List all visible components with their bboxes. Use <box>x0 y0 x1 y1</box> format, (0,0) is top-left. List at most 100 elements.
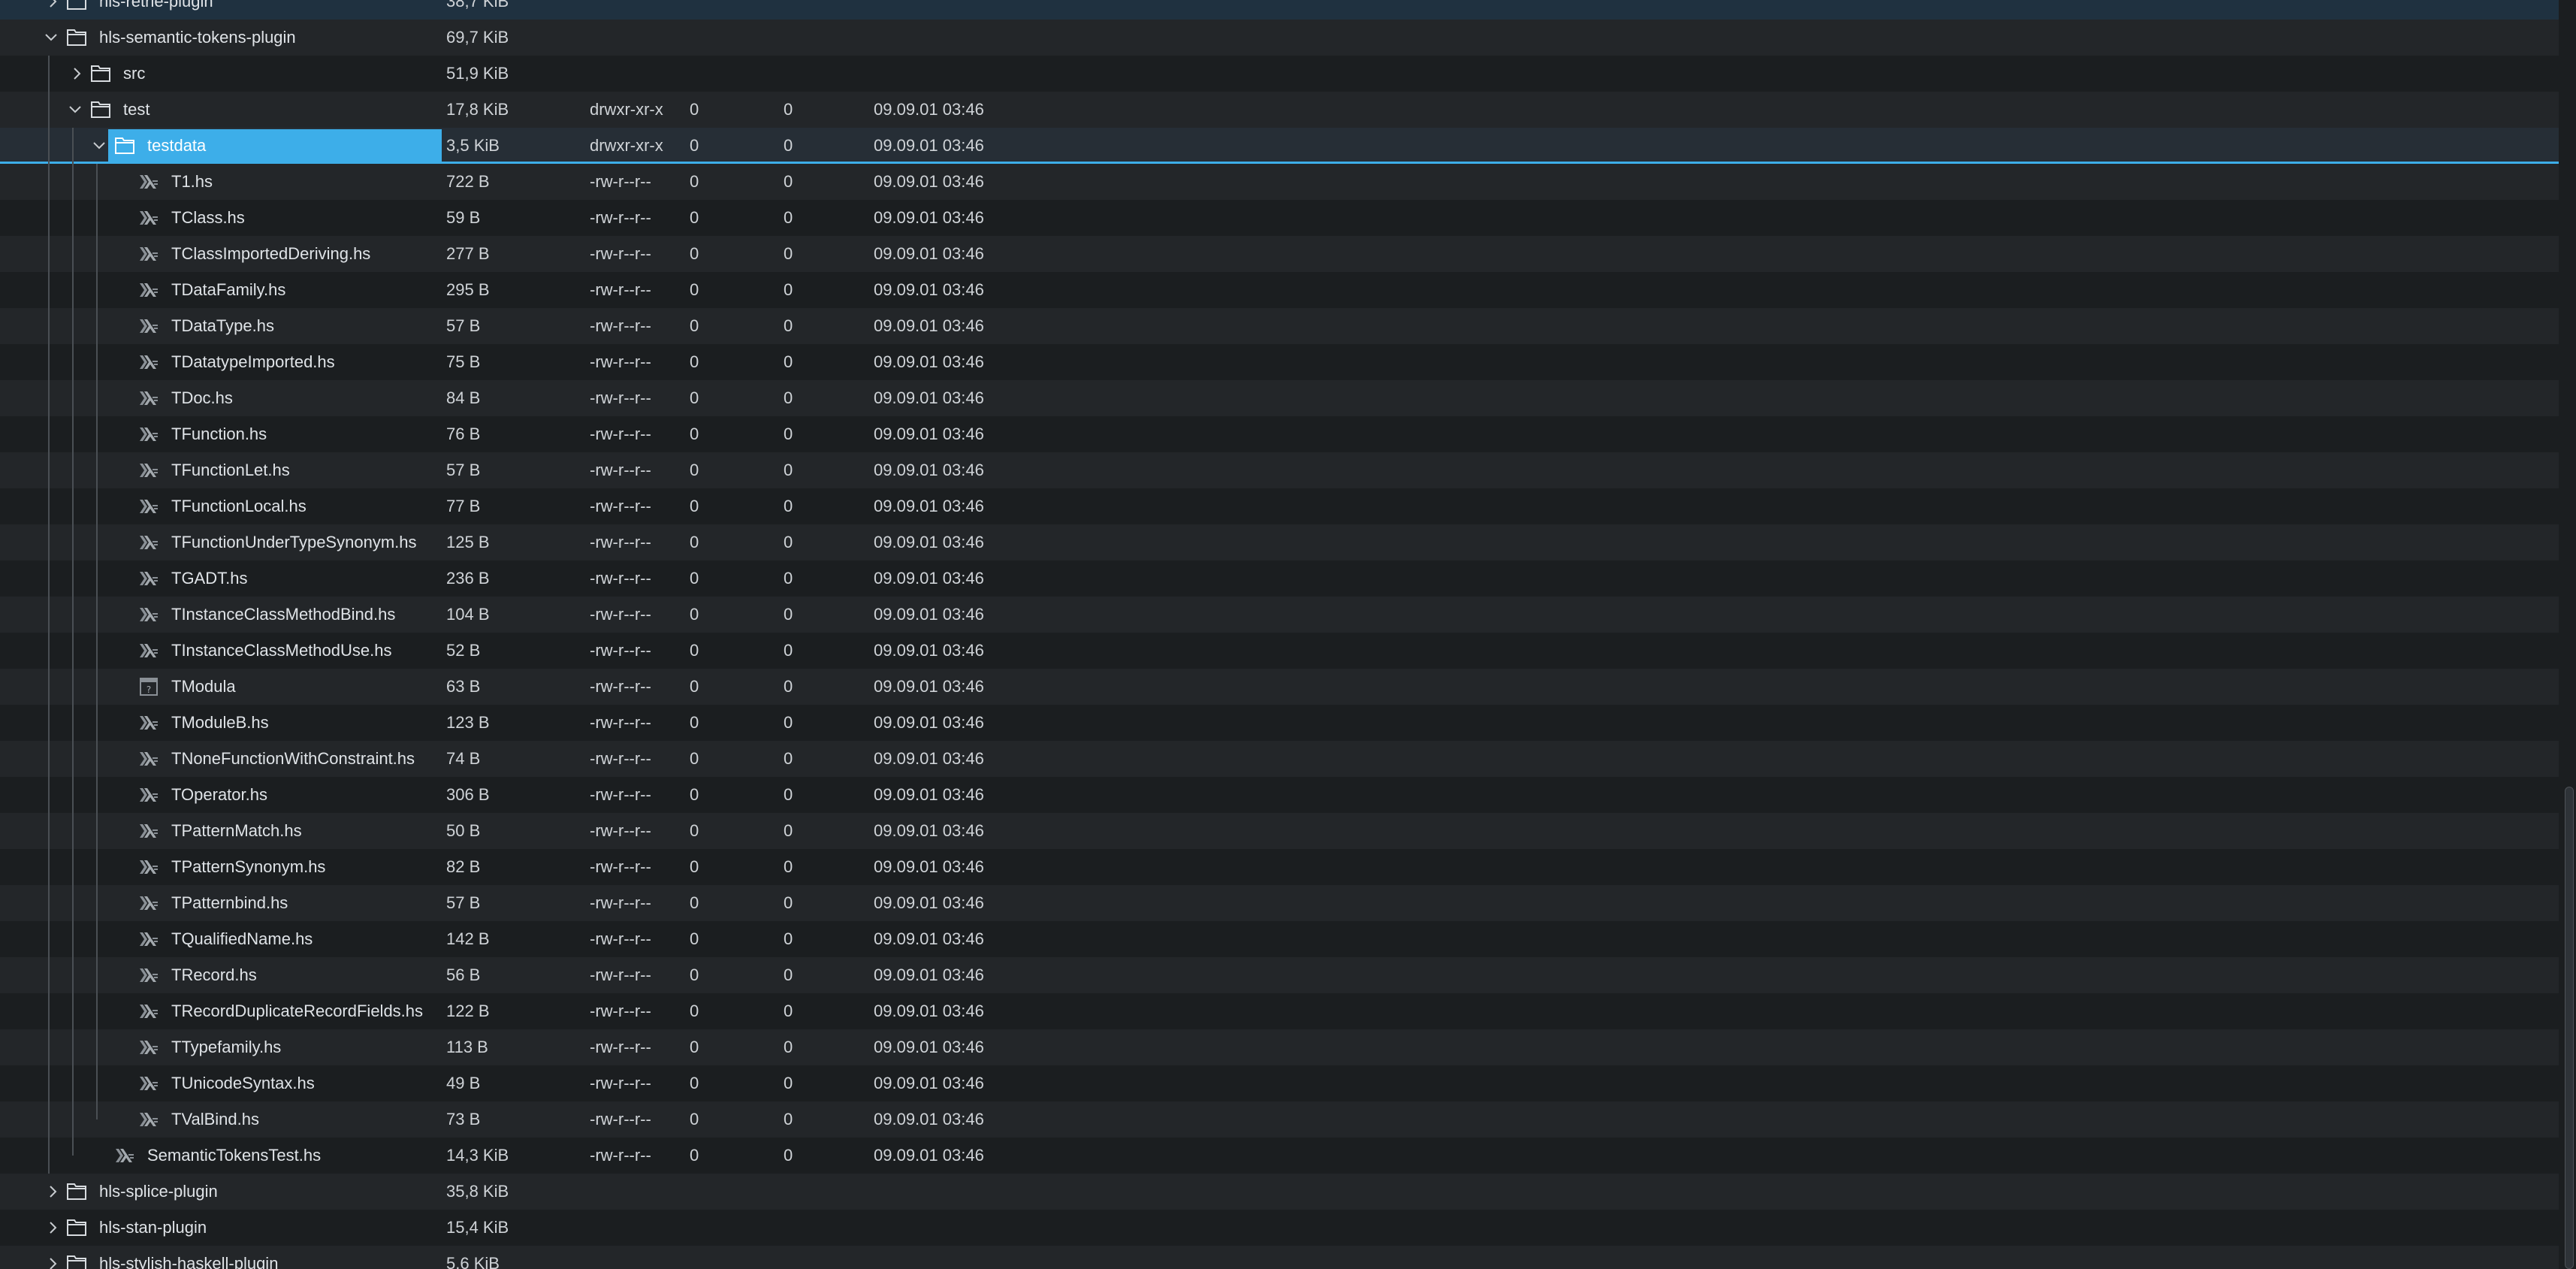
file-name: TDataType.hs <box>171 316 274 335</box>
file-modified-date: 09.09.01 03:46 <box>874 280 984 299</box>
tree-row-tqualifiedname-hs[interactable]: TQualifiedName.hs 142 B -rw-r--r-- 0 0 09.09.… <box>0 921 2559 957</box>
tree-row-trecord-hs[interactable]: TRecord.hs 56 B -rw-r--r-- 0 0 09.09.01 03:46 <box>0 957 2559 993</box>
file-name: TModula <box>171 677 236 696</box>
tree-guide-line <box>48 344 50 380</box>
file-owner: 0 <box>690 641 699 660</box>
file-group: 0 <box>784 172 793 191</box>
file-size: 38,7 KiB <box>446 0 509 11</box>
tree-row-tvalbind-hs[interactable]: TValBind.hs 73 B -rw-r--r-- 0 0 09.09.01 03:4… <box>0 1101 2559 1138</box>
file-tree-view[interactable]: hls-retrie-plugin 38,7 KiB hls-semantic-to… <box>0 0 2576 1269</box>
file-group: 0 <box>784 785 793 804</box>
tree-row-ttypefamily-hs[interactable]: TTypefamily.hs 113 B -rw-r--r-- 0 0 09.09.01 … <box>0 1029 2559 1065</box>
tree-guide-line <box>72 849 74 885</box>
file-size: 73 B <box>446 1110 481 1129</box>
tree-row-testdata[interactable]: testdata 3,5 KiB drwxr-xr-x 0 0 09.09.01 03:4… <box>0 128 2559 164</box>
tree-row-tpatternmatch-hs[interactable]: TPatternMatch.hs 50 B -rw-r--r-- 0 0 09.09.01… <box>0 813 2559 849</box>
tree-row-tdatatype-hs[interactable]: TDataType.hs 57 B -rw-r--r-- 0 0 09.09.01 03:… <box>0 308 2559 344</box>
tree-guide-line <box>48 1029 50 1065</box>
haskell-file-icon <box>134 452 164 488</box>
file-group: 0 <box>784 388 793 407</box>
haskell-file-icon <box>134 1101 164 1138</box>
tree-row-trecordduplicaterecordfields-hs[interactable]: TRecordDuplicateRecordFields.hs 122 B -rw-… <box>0 993 2559 1029</box>
haskell-file-icon <box>134 741 164 777</box>
tree-row-tdoc-hs[interactable]: TDoc.hs 84 B -rw-r--r-- 0 0 09.09.01 03:46 <box>0 380 2559 416</box>
tree-row-tfunctionlocal-hs[interactable]: TFunctionLocal.hs 77 B -rw-r--r-- 0 0 09.09.0… <box>0 488 2559 524</box>
tree-row-tpatternbind-hs[interactable]: TPatternbind.hs 57 B -rw-r--r-- 0 0 09.09.01 … <box>0 885 2559 921</box>
file-size: 113 B <box>446 1038 488 1056</box>
tree-row-tunicodesyntax-hs[interactable]: TUnicodeSyntax.hs 49 B -rw-r--r-- 0 0 09.09.0… <box>0 1065 2559 1101</box>
tree-guide-line <box>96 921 98 957</box>
folder-icon <box>62 0 92 20</box>
file-size: 306 B <box>446 785 490 804</box>
tree-row-hls-splice-plugin[interactable]: hls-splice-plugin 35,8 KiB <box>0 1174 2559 1210</box>
file-owner: 0 <box>690 821 699 840</box>
file-name: hls-splice-plugin <box>99 1182 218 1201</box>
file-permissions: -rw-r--r-- <box>590 605 651 624</box>
tree-row-hls-stylish-haskell-plugin[interactable]: hls-stylish-haskell-plugin 5,6 KiB <box>0 1246 2559 1269</box>
haskell-file-icon <box>134 777 164 813</box>
tree-guide-line <box>96 957 98 993</box>
folder-icon <box>62 20 92 56</box>
file-modified-date: 09.09.01 03:46 <box>874 388 984 407</box>
tree-guide-line <box>48 380 50 416</box>
tree-guide-line <box>72 128 74 164</box>
tree-guide-line <box>72 633 74 669</box>
file-name: TFunctionLocal.hs <box>171 497 307 515</box>
file-owner: 0 <box>690 1074 699 1092</box>
file-modified-date: 09.09.01 03:46 <box>874 713 984 732</box>
file-name: TRecordDuplicateRecordFields.hs <box>171 1002 424 1020</box>
tree-row-hls-stan-plugin[interactable]: hls-stan-plugin 15,4 KiB <box>0 1210 2559 1246</box>
tree-row-src[interactable]: src 51,9 KiB <box>0 56 2559 92</box>
haskell-file-icon <box>134 236 164 272</box>
file-owner: 0 <box>690 713 699 732</box>
tree-row-semantictokenstest-hs[interactable]: SemanticTokensTest.hs 14,3 KiB -rw-r--r-- 0… <box>0 1138 2559 1174</box>
tree-row-tgadt-hs[interactable]: TGADT.hs 236 B -rw-r--r-- 0 0 09.09.01 03:46 <box>0 560 2559 597</box>
tree-guide-line <box>48 560 50 597</box>
tree-row-tinstanceclassmethodbind-hs[interactable]: TInstanceClassMethodBind.hs 104 B -rw-r--r… <box>0 597 2559 633</box>
haskell-file-icon <box>134 164 164 200</box>
tree-row-tnonefunctionwithconstraint-hs[interactable]: TNoneFunctionWithConstraint.hs 74 B -rw-r-… <box>0 741 2559 777</box>
tree-row-test[interactable]: test 17,8 KiB drwxr-xr-x 0 0 09.09.01 03:46 <box>0 92 2559 128</box>
tree-guide-line <box>72 885 74 921</box>
file-group: 0 <box>784 857 793 876</box>
tree-row-tdatatypeimported-hs[interactable]: TDatatypeImported.hs 75 B -rw-r--r-- 0 0 09.0… <box>0 344 2559 380</box>
file-group: 0 <box>784 425 793 443</box>
file-permissions: -rw-r--r-- <box>590 965 651 984</box>
tree-guide-line <box>72 993 74 1029</box>
file-modified-date: 09.09.01 03:46 <box>874 893 984 912</box>
tree-guide-line <box>96 1101 98 1119</box>
tree-row-toperator-hs[interactable]: TOperator.hs 306 B -rw-r--r-- 0 0 09.09.01 03… <box>0 777 2559 813</box>
file-permissions: -rw-r--r-- <box>590 388 651 407</box>
tree-row-hls-retrie-plugin[interactable]: hls-retrie-plugin 38,7 KiB <box>0 0 2559 20</box>
tree-row-tfunction-hs[interactable]: TFunction.hs 76 B -rw-r--r-- 0 0 09.09.01 03:… <box>0 416 2559 452</box>
file-permissions: -rw-r--r-- <box>590 244 651 263</box>
tree-row-tfunctionundertypesynonym-hs[interactable]: TFunctionUnderTypeSynonym.hs 125 B -rw-r--… <box>0 524 2559 560</box>
tree-row-tmoduleb-hs[interactable]: TModuleB.hs 123 B -rw-r--r-- 0 0 09.09.01 03:… <box>0 705 2559 741</box>
tree-guide-line <box>48 957 50 993</box>
tree-row-hls-semantic-tokens-plugin[interactable]: hls-semantic-tokens-plugin 69,7 KiB <box>0 20 2559 56</box>
tree-guide-line <box>72 705 74 741</box>
tree-row-tclass-hs[interactable]: TClass.hs 59 B -rw-r--r-- 0 0 09.09.01 03:46 <box>0 200 2559 236</box>
tree-row-tdatafamily-hs[interactable]: TDataFamily.hs 295 B -rw-r--r-- 0 0 09.09.01 … <box>0 272 2559 308</box>
tree-guide-line <box>48 885 50 921</box>
file-modified-date: 09.09.01 03:46 <box>874 136 984 155</box>
file-name: TInstanceClassMethodUse.hs <box>171 641 392 660</box>
tree-row-tfunctionlet-hs[interactable]: TFunctionLet.hs 57 B -rw-r--r-- 0 0 09.09.01 … <box>0 452 2559 488</box>
file-permissions: -rw-r--r-- <box>590 425 651 443</box>
haskell-file-icon <box>134 1029 164 1065</box>
tree-row-t1-hs[interactable]: T1.hs 722 B -rw-r--r-- 0 0 09.09.01 03:46 <box>0 164 2559 200</box>
tree-row-tmodula[interactable]: ? TModula 63 B -rw-r--r-- 0 0 09.09.01 03:46 <box>0 669 2559 705</box>
file-owner: 0 <box>690 929 699 948</box>
folder-icon <box>86 56 116 92</box>
tree-guide-line <box>96 885 98 921</box>
scrollbar-thumb[interactable] <box>2565 787 2574 1269</box>
tree-row-tinstanceclassmethoduse-hs[interactable]: TInstanceClassMethodUse.hs 52 B -rw-r--r--… <box>0 633 2559 669</box>
tree-row-tpatternsynonym-hs[interactable]: TPatternSynonym.hs 82 B -rw-r--r-- 0 0 09.09.… <box>0 849 2559 885</box>
tree-guide-line <box>48 741 50 777</box>
file-name: TTypefamily.hs <box>171 1038 282 1056</box>
tree-guide-line <box>72 1029 74 1065</box>
file-size: 51,9 KiB <box>446 64 509 83</box>
file-modified-date: 09.09.01 03:46 <box>874 497 984 515</box>
tree-row-tclassimportedderiving-hs[interactable]: TClassImportedDeriving.hs 277 B -rw-r--r--… <box>0 236 2559 272</box>
tree-guide-line <box>96 200 98 236</box>
